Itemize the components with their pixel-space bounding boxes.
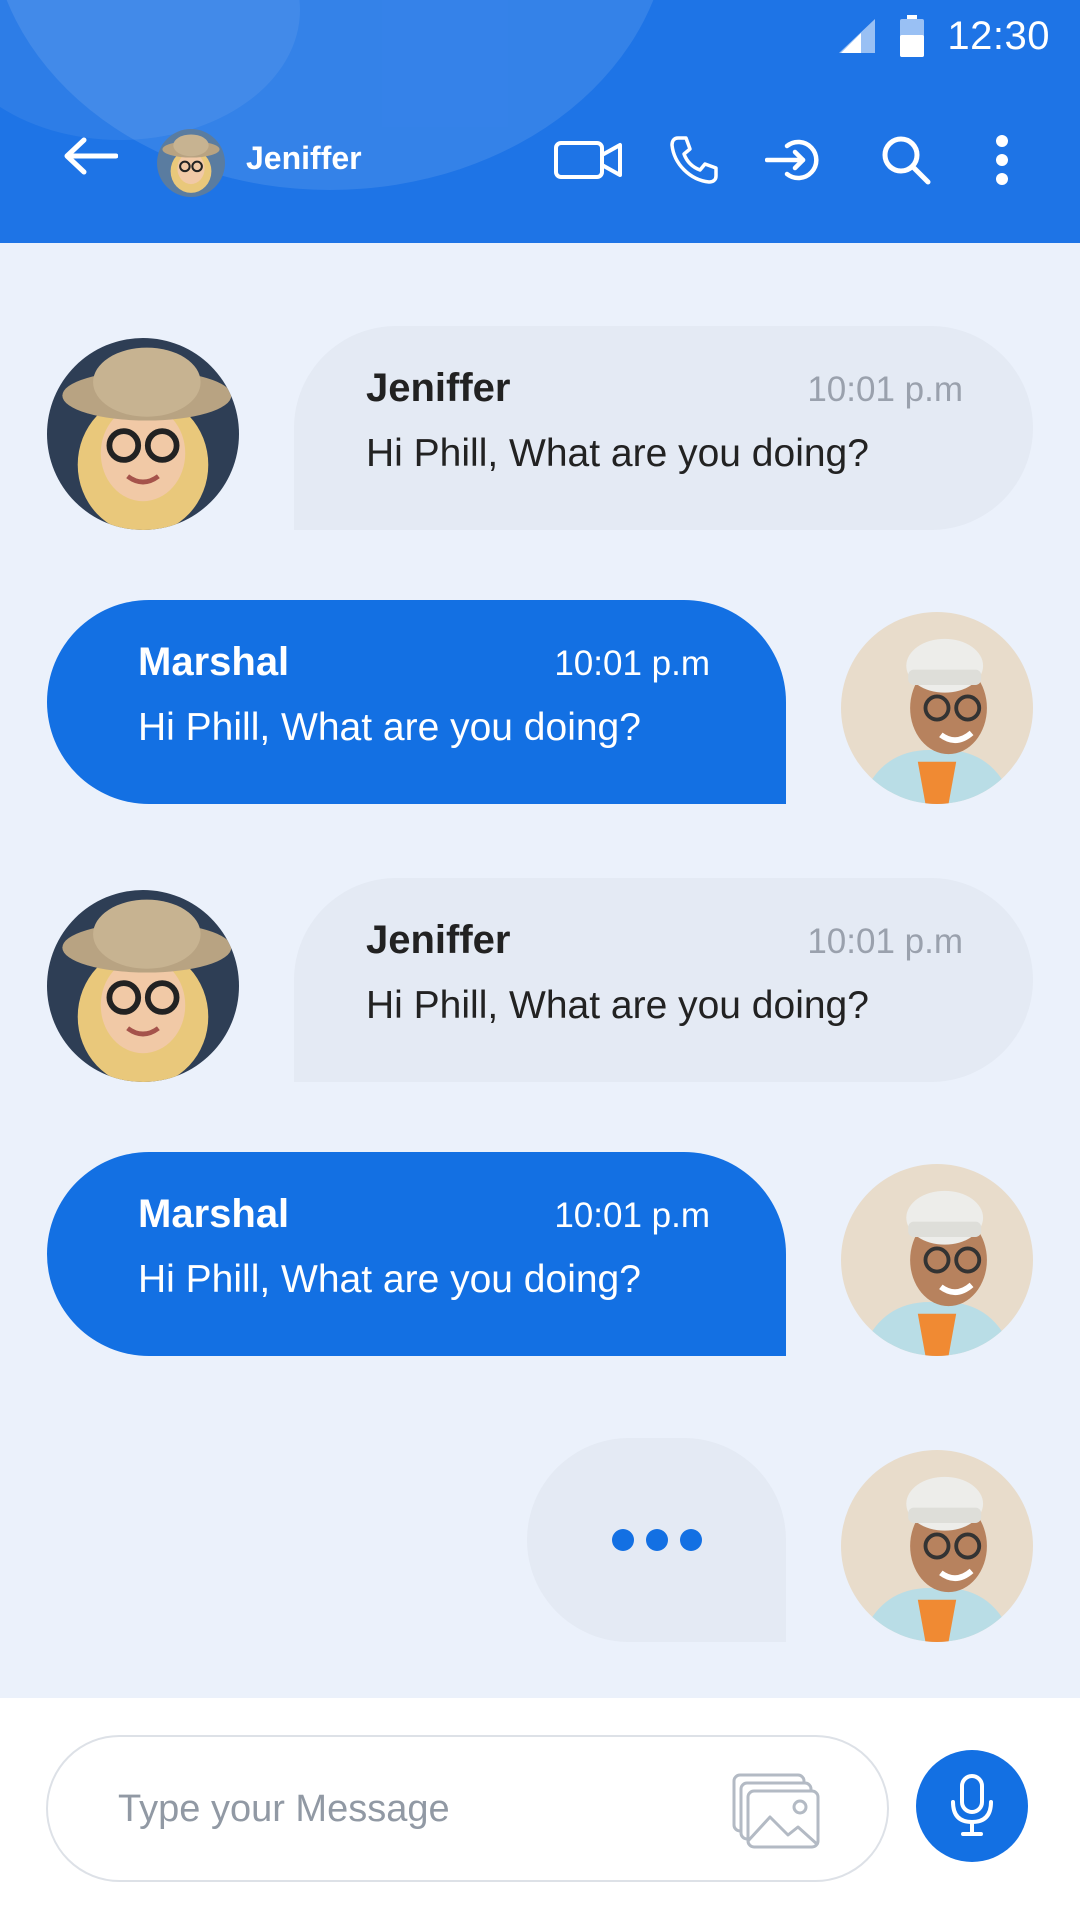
status-bar: 12:30 — [0, 0, 1080, 72]
gallery-icon — [732, 1773, 820, 1849]
gallery-button[interactable] — [732, 1773, 820, 1849]
video-call-button[interactable] — [553, 132, 623, 188]
avatar-marshal[interactable] — [841, 612, 1033, 804]
message-text: Hi Phill, What are you doing? — [366, 432, 869, 475]
message-time: 10:01 p.m — [554, 1196, 710, 1235]
message-bubble-incoming[interactable]: Jeniffer 10:01 p.m Hi Phill, What are yo… — [294, 878, 1033, 1082]
avatar-marshal[interactable] — [841, 1450, 1033, 1642]
contact-name: Jeniffer — [246, 140, 362, 176]
message-sender: Marshal — [138, 1192, 290, 1236]
message-input-container — [46, 1735, 889, 1882]
back-button[interactable] — [62, 136, 126, 184]
search-button[interactable] — [878, 132, 934, 188]
message-text: Hi Phill, What are you doing? — [138, 1258, 641, 1301]
message-sender: Jeniffer — [366, 918, 511, 962]
message-bubble-outgoing[interactable]: Marshal 10:01 p.m Hi Phill, What are you… — [47, 1152, 786, 1356]
logout-icon — [765, 139, 819, 181]
typing-indicator — [527, 1438, 786, 1642]
avatar-marshal[interactable] — [841, 1164, 1033, 1356]
battery-icon — [899, 15, 925, 57]
more-vertical-icon — [996, 135, 1008, 185]
typing-dot — [679, 1529, 702, 1551]
avatar-jeniffer[interactable] — [47, 338, 239, 530]
search-icon — [882, 136, 931, 185]
phone-icon — [670, 136, 718, 184]
message-text: Hi Phill, What are you doing? — [366, 984, 869, 1027]
message-bubble-incoming[interactable]: Jeniffer 10:01 p.m Hi Phill, What are yo… — [294, 326, 1033, 530]
status-time: 12:30 — [947, 13, 1050, 58]
video-call-icon — [554, 141, 622, 179]
avatar-jeniffer[interactable] — [47, 890, 239, 1082]
message-sender: Jeniffer — [366, 366, 511, 410]
composer-bar — [0, 1698, 1080, 1920]
arrow-left-icon — [64, 137, 119, 175]
message-text: Hi Phill, What are you doing? — [138, 706, 641, 749]
voice-record-button[interactable] — [916, 1750, 1028, 1862]
contact-avatar[interactable] — [157, 129, 225, 197]
message-time: 10:01 p.m — [554, 644, 710, 683]
exit-chat-button[interactable] — [764, 132, 824, 188]
typing-dot — [611, 1529, 634, 1551]
microphone-icon — [951, 1774, 993, 1836]
signal-icon — [839, 19, 877, 53]
typing-dot — [645, 1529, 668, 1551]
message-sender: Marshal — [138, 640, 290, 684]
app-bar: Jeniffer — [0, 110, 1080, 210]
chat-screen: 12:30 Jeniffer Jeniffer 10:01 p.m Hi Phi… — [0, 0, 1080, 1920]
message-time: 10:01 p.m — [807, 370, 963, 409]
message-bubble-outgoing[interactable]: Marshal 10:01 p.m Hi Phill, What are you… — [47, 600, 786, 804]
message-input[interactable] — [118, 1771, 678, 1847]
voice-call-button[interactable] — [666, 132, 722, 188]
header: 12:30 Jeniffer — [0, 0, 1080, 243]
message-time: 10:01 p.m — [807, 922, 963, 961]
more-options-button[interactable] — [988, 132, 1016, 188]
